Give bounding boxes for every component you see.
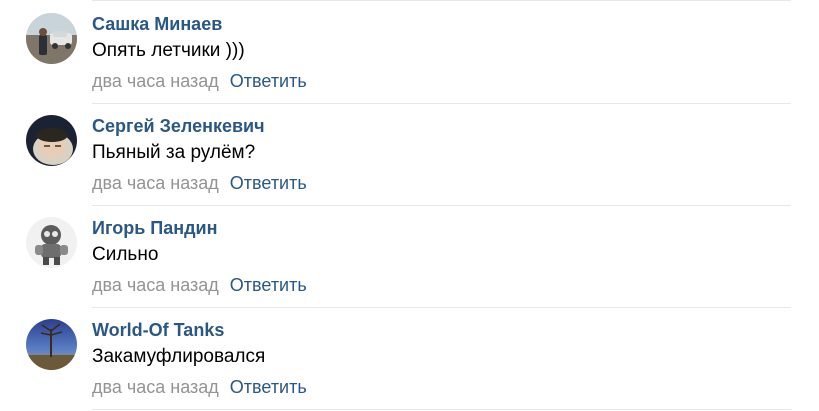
avatar[interactable] xyxy=(26,217,77,268)
reply-button[interactable]: Ответить xyxy=(230,173,307,193)
comment-author-link[interactable]: Игорь Пандин xyxy=(92,217,217,239)
comment-time: два часа назад xyxy=(92,275,219,295)
comment-time: два часа назад xyxy=(92,377,219,397)
comment-meta: два часа назад Ответить xyxy=(92,376,307,398)
avatar[interactable] xyxy=(26,115,77,166)
comments-list: Сашка Минаев Опять летчики ))) два часа … xyxy=(0,0,819,411)
avatar[interactable] xyxy=(26,13,77,64)
reply-button[interactable]: Ответить xyxy=(230,377,307,397)
avatar[interactable] xyxy=(26,319,77,370)
comment-item: Сергей Зеленкевич Пьяный за рулём? два ч… xyxy=(0,103,819,206)
comment-item: Игорь Пандин Сильно два часа назад Ответи… xyxy=(0,205,819,308)
comment-text: Закамуфлировался xyxy=(92,346,266,367)
comment-text: Сильно xyxy=(92,244,159,265)
avatar-photo-icon xyxy=(26,319,77,370)
avatar-photo-icon xyxy=(26,115,77,166)
reply-button[interactable]: Ответить xyxy=(230,71,307,91)
comment-item: World-Of Tanks Закамуфлировался два часа… xyxy=(0,307,819,410)
avatar-photo-icon xyxy=(26,13,77,64)
comment-item: Сашка Минаев Опять летчики ))) два часа … xyxy=(0,1,819,104)
comment-meta: два часа назад Ответить xyxy=(92,70,307,92)
comment-author-link[interactable]: World-Of Tanks xyxy=(92,319,224,341)
reply-button[interactable]: Ответить xyxy=(230,275,307,295)
divider xyxy=(92,409,791,410)
comment-text: Опять летчики ))) xyxy=(92,40,245,61)
avatar-photo-icon xyxy=(26,217,77,268)
comment-time: два часа назад xyxy=(92,173,219,193)
comment-author-link[interactable]: Сашка Минаев xyxy=(92,13,222,35)
comment-meta: два часа назад Ответить xyxy=(92,172,307,194)
comment-text: Пьяный за рулём? xyxy=(92,142,256,163)
comment-time: два часа назад xyxy=(92,71,219,91)
comment-meta: два часа назад Ответить xyxy=(92,274,307,296)
comment-author-link[interactable]: Сергей Зеленкевич xyxy=(92,115,265,137)
